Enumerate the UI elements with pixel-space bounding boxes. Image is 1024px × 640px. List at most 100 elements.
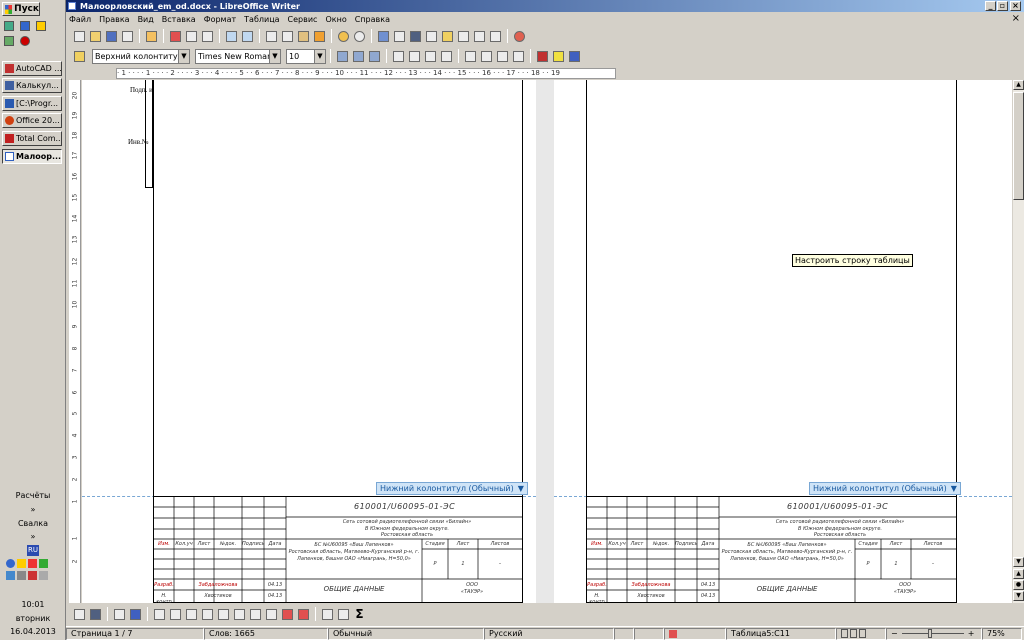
redo-icon[interactable] xyxy=(352,29,367,44)
quicklaunch-icon-3[interactable] xyxy=(36,21,46,31)
vertical-scrollbar[interactable]: ▲ ▼ ▲ ● ▼ xyxy=(1013,80,1024,603)
link-svalka[interactable]: Свалка xyxy=(0,519,66,528)
italic-icon[interactable] xyxy=(351,49,366,64)
align-top-icon[interactable] xyxy=(200,607,215,622)
prev-page-icon[interactable]: ▲ xyxy=(1013,569,1024,579)
menu-file[interactable]: Файл xyxy=(69,15,91,24)
language-indicator[interactable]: RU xyxy=(27,545,39,556)
align-center-icon[interactable] xyxy=(407,49,422,64)
task-calculator[interactable]: Калькул... xyxy=(2,78,62,93)
status-page-style[interactable]: Обычный xyxy=(328,627,484,640)
menu-insert[interactable]: Вставка xyxy=(162,15,196,24)
menu-format[interactable]: Формат xyxy=(204,15,236,24)
tray-icon-4[interactable] xyxy=(39,559,48,568)
link-expand-1[interactable]: » xyxy=(0,505,66,514)
delete-row-icon[interactable] xyxy=(280,607,295,622)
sum-icon[interactable]: Σ xyxy=(352,607,367,622)
hyperlink-icon[interactable] xyxy=(376,29,391,44)
horizontal-ruler[interactable]: · 1 · · · · 1 · · · · 2 · · · · 3 · · · … xyxy=(116,68,616,79)
link-raschety[interactable]: Расчёты xyxy=(0,491,66,500)
zoom-icon[interactable] xyxy=(488,29,503,44)
new-doc-icon[interactable] xyxy=(72,29,87,44)
menu-help[interactable]: Справка xyxy=(355,15,390,24)
document-area[interactable]: Подп. и Инв.№ Нижний колонтитул (Обычный… xyxy=(82,80,1012,603)
tray-icon-6[interactable] xyxy=(17,571,26,580)
footer-button[interactable]: Нижний колонтитул (Обычный) ▼ xyxy=(809,482,961,495)
print-icon[interactable] xyxy=(184,29,199,44)
task-total-commander[interactable]: Total Com... xyxy=(2,131,62,146)
zoom-out-icon[interactable]: − xyxy=(891,629,898,638)
status-selection-mode[interactable] xyxy=(634,627,664,640)
justify-icon[interactable] xyxy=(439,49,454,64)
table-style-icon[interactable] xyxy=(88,607,103,622)
status-zoom[interactable]: 75% xyxy=(982,627,1022,640)
start-button[interactable]: Пуск xyxy=(2,2,40,16)
book-view-icon[interactable] xyxy=(859,629,866,638)
border-color-icon[interactable] xyxy=(128,607,143,622)
help-icon[interactable] xyxy=(512,29,527,44)
tray-icon-3[interactable] xyxy=(28,559,37,568)
table-insert-icon[interactable] xyxy=(72,607,87,622)
align-middle-icon[interactable] xyxy=(216,607,231,622)
gallery-icon[interactable] xyxy=(440,29,455,44)
autospell-icon[interactable] xyxy=(240,29,255,44)
table-properties-icon[interactable] xyxy=(320,607,335,622)
save-icon[interactable] xyxy=(104,29,119,44)
tray-icon-2[interactable] xyxy=(17,559,26,568)
footer-button[interactable]: Нижний колонтитул (Обычный) ▼ xyxy=(376,482,528,495)
email-icon[interactable] xyxy=(120,29,135,44)
quicklaunch-icon-1[interactable] xyxy=(4,21,14,31)
insert-column-icon[interactable] xyxy=(264,607,279,622)
decrease-indent-icon[interactable] xyxy=(495,49,510,64)
zoom-slider[interactable]: − + xyxy=(886,627,982,640)
task-office[interactable]: Office 20... xyxy=(2,113,62,128)
numbering-icon[interactable] xyxy=(463,49,478,64)
increase-indent-icon[interactable] xyxy=(511,49,526,64)
undo-icon[interactable] xyxy=(336,29,351,44)
edit-mode-icon[interactable] xyxy=(144,29,159,44)
scroll-thumb[interactable] xyxy=(1013,92,1024,200)
align-bottom-icon[interactable] xyxy=(232,607,247,622)
formatting-marks-icon[interactable] xyxy=(472,29,487,44)
paragraph-style-select[interactable]: Верхний колонтитул ▼ xyxy=(92,48,190,64)
bullets-icon[interactable] xyxy=(479,49,494,64)
scroll-up-icon[interactable]: ▲ xyxy=(1013,80,1024,90)
font-name-select[interactable]: Times New Roman ▼ xyxy=(195,48,281,64)
align-right-icon[interactable] xyxy=(423,49,438,64)
status-view-layout[interactable] xyxy=(836,627,886,640)
menu-table[interactable]: Таблица xyxy=(244,15,279,24)
font-color-icon[interactable] xyxy=(535,49,550,64)
close-button[interactable]: × xyxy=(1010,1,1021,11)
tray-icon-1[interactable] xyxy=(6,559,15,568)
cut-icon[interactable] xyxy=(264,29,279,44)
document-close-button[interactable]: × xyxy=(1012,13,1020,24)
single-page-icon[interactable] xyxy=(841,629,848,638)
quicklaunch-icon-4[interactable] xyxy=(4,36,14,46)
font-size-select[interactable]: 10 ▼ xyxy=(286,48,326,64)
print-preview-icon[interactable] xyxy=(200,29,215,44)
menu-view[interactable]: Вид xyxy=(138,15,154,24)
quicklaunch-icon-2[interactable] xyxy=(20,21,30,31)
chart-icon[interactable] xyxy=(408,29,423,44)
merge-cells-icon[interactable] xyxy=(152,607,167,622)
spellcheck-icon[interactable] xyxy=(224,29,239,44)
status-language[interactable]: Русский xyxy=(484,627,614,640)
task-writer[interactable]: Малоор... xyxy=(2,149,62,164)
tray-icon-7[interactable] xyxy=(28,571,37,580)
background-color-icon[interactable] xyxy=(567,49,582,64)
bold-icon[interactable] xyxy=(335,49,350,64)
export-pdf-icon[interactable] xyxy=(168,29,183,44)
link-expand-2[interactable]: » xyxy=(0,532,66,541)
borders-icon[interactable] xyxy=(112,607,127,622)
title-bar[interactable]: Малоорловский_em_od.docx - LibreOffice W… xyxy=(66,0,1024,12)
copy-icon[interactable] xyxy=(280,29,295,44)
zoom-in-icon[interactable]: + xyxy=(968,629,975,638)
menu-window[interactable]: Окно xyxy=(325,15,346,24)
status-page[interactable]: Страница 1 / 7 xyxy=(66,627,204,640)
scroll-down-icon[interactable]: ▼ xyxy=(1013,557,1024,567)
minimize-button[interactable]: _ xyxy=(985,1,996,11)
task-explorer[interactable]: [C:\Progr... xyxy=(2,96,62,111)
quicklaunch-power-icon[interactable] xyxy=(20,36,30,46)
table-icon[interactable] xyxy=(392,29,407,44)
vertical-ruler[interactable]: 20 19 18 17 16 15 14 13 12 11 10 9 8 7 6… xyxy=(69,80,81,603)
